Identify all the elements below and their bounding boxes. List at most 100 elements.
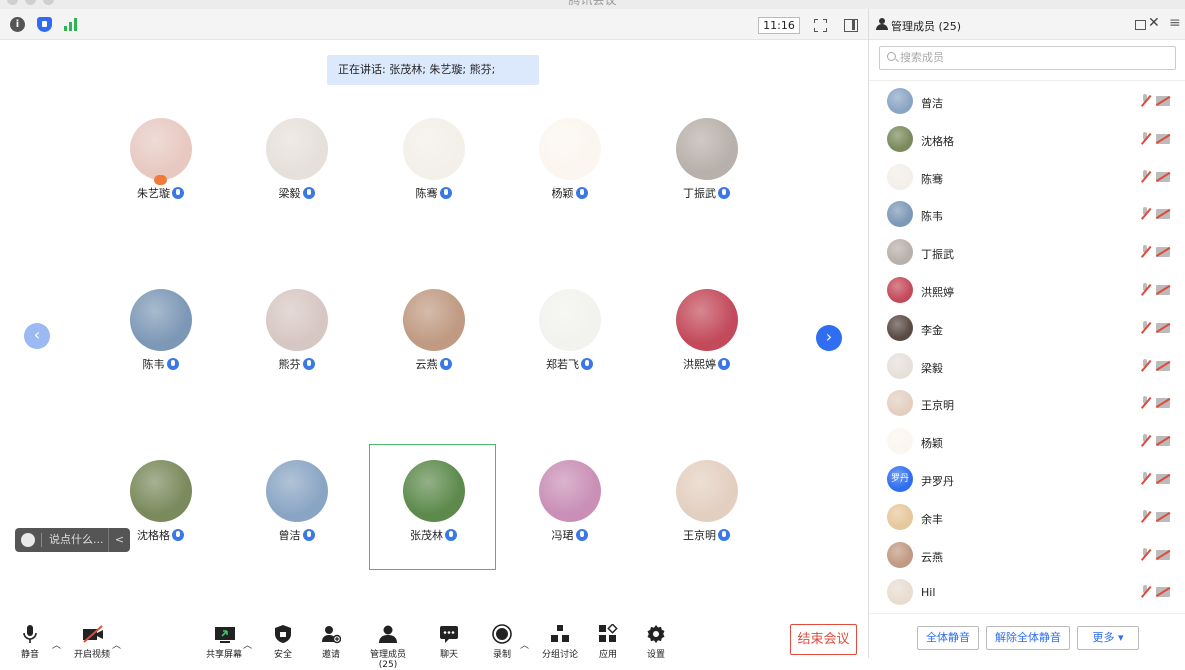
participant-tile[interactable]: 朱艺璇	[97, 103, 224, 229]
next-page-button[interactable]: ›	[816, 325, 842, 351]
participant-name: 沈格格	[137, 529, 170, 542]
member-row[interactable]: 陈骞	[869, 159, 1185, 196]
camera-off-icon[interactable]	[1156, 360, 1170, 371]
share-options-chevron-icon[interactable]: ︿	[243, 638, 252, 651]
mic-muted-icon[interactable]	[1139, 434, 1151, 448]
security-button[interactable]: 安全	[272, 624, 294, 660]
participant-label: 张茂林	[370, 527, 497, 543]
camera-off-icon[interactable]	[1156, 436, 1170, 447]
mute-all-button[interactable]: 全体静音	[917, 626, 979, 650]
participant-tile[interactable]: 梁毅	[233, 103, 360, 229]
participant-tile[interactable]: 熊芬	[233, 274, 360, 400]
settings-button[interactable]: 设置	[645, 624, 667, 660]
member-avatar	[887, 390, 913, 417]
participant-tile[interactable]: 洪熙婷	[643, 274, 770, 400]
member-row[interactable]: 曾洁	[869, 83, 1185, 120]
mic-muted-icon[interactable]	[1139, 547, 1151, 562]
mic-muted-icon[interactable]	[1139, 396, 1151, 410]
mic-muted-icon[interactable]	[1139, 207, 1151, 221]
member-search-input[interactable]: 搜索成员	[879, 46, 1176, 70]
mute-button[interactable]: 静音	[18, 624, 42, 660]
previous-page-button[interactable]: ‹	[24, 323, 50, 349]
mic-muted-icon[interactable]	[1139, 131, 1151, 146]
camera-off-icon[interactable]	[1156, 322, 1170, 333]
mic-muted-icon[interactable]	[1139, 509, 1151, 524]
participant-label: 曾洁	[233, 527, 360, 543]
quick-chat-input[interactable]: 说点什么... <	[15, 528, 130, 552]
camera-off-icon[interactable]	[1156, 474, 1170, 484]
mic-muted-icon[interactable]	[1139, 94, 1151, 108]
camera-off-icon[interactable]	[1156, 398, 1170, 409]
fullscreen-icon[interactable]	[814, 19, 827, 32]
camera-off-icon[interactable]	[1156, 171, 1170, 182]
manage-members-button[interactable]: 管理成员(25)	[361, 624, 415, 670]
participant-tile[interactable]: 丁振武	[643, 103, 770, 229]
menu-icon[interactable]: ≡	[1169, 15, 1181, 31]
member-row[interactable]: Hil	[869, 574, 1185, 611]
member-row[interactable]: 余丰	[869, 499, 1185, 536]
chat-button[interactable]: 聊天	[438, 624, 460, 660]
participant-tile[interactable]: 陈韦	[97, 274, 224, 400]
participant-tile[interactable]: 张茂林	[369, 444, 496, 570]
mic-icon	[172, 529, 184, 541]
participant-tile[interactable]: 云燕	[370, 274, 497, 400]
apps-button[interactable]: 应用	[597, 623, 619, 660]
shield-icon[interactable]	[37, 17, 52, 32]
participant-tile[interactable]: 冯珺	[506, 445, 633, 571]
participant-tile[interactable]: 郑若飞	[506, 274, 633, 400]
share-screen-icon	[214, 624, 235, 644]
emoji-icon[interactable]	[21, 533, 35, 547]
member-row[interactable]: 洪熙婷	[869, 272, 1185, 309]
video-options-chevron-icon[interactable]: ︿	[112, 638, 121, 651]
member-row[interactable]: 丁振武	[869, 234, 1185, 271]
member-row[interactable]: 李金	[869, 310, 1185, 347]
breakout-rooms-button[interactable]: 分组讨论	[541, 624, 579, 660]
apps-icon	[598, 623, 618, 644]
mic-muted-icon[interactable]	[1139, 245, 1151, 259]
participant-tile[interactable]: 杨颖	[506, 103, 633, 229]
mic-muted-icon[interactable]	[1139, 585, 1151, 599]
mic-muted-icon[interactable]	[1139, 358, 1151, 373]
member-row[interactable]: 杨颖	[869, 423, 1185, 460]
member-row[interactable]: 梁毅	[869, 348, 1185, 385]
end-meeting-button[interactable]: 结束会议	[790, 624, 857, 655]
chat-collapse-button[interactable]: <	[108, 528, 130, 552]
camera-off-icon[interactable]	[1156, 285, 1170, 295]
participant-name: 梁毅	[278, 187, 301, 200]
camera-off-icon[interactable]	[1156, 133, 1170, 144]
participant-avatar	[266, 118, 328, 180]
unmute-all-button[interactable]: 解除全体静音	[986, 626, 1070, 650]
more-button[interactable]: 更多 ▾	[1077, 626, 1139, 650]
participant-tile[interactable]: 沈格格	[97, 445, 224, 571]
share-screen-button[interactable]: 共享屏幕	[205, 624, 243, 660]
layout-icon[interactable]	[844, 19, 858, 32]
camera-off-icon[interactable]	[1156, 247, 1170, 258]
mic-muted-icon[interactable]	[1139, 320, 1151, 335]
mic-muted-icon[interactable]	[1139, 169, 1151, 184]
start-video-button[interactable]: 开启视频	[72, 624, 112, 660]
invite-button[interactable]: 邀请	[319, 624, 343, 660]
participant-tile[interactable]: 曾洁	[233, 445, 360, 571]
participant-name: 曾洁	[278, 529, 301, 542]
mic-muted-icon[interactable]	[1139, 283, 1151, 297]
member-row[interactable]: 沈格格	[869, 121, 1185, 158]
camera-off-icon[interactable]	[1156, 587, 1170, 598]
participant-tile[interactable]: 王京明	[643, 445, 770, 571]
member-row[interactable]: 云燕	[869, 537, 1185, 574]
signal-icon[interactable]	[64, 17, 80, 31]
camera-off-icon[interactable]	[1156, 549, 1170, 560]
camera-off-icon[interactable]	[1156, 96, 1170, 106]
record-options-chevron-icon[interactable]: ︿	[520, 638, 529, 651]
camera-off-icon[interactable]	[1156, 511, 1170, 522]
participant-tile[interactable]: 陈骞	[370, 103, 497, 229]
popout-icon[interactable]	[1135, 20, 1146, 30]
record-button[interactable]: 录制	[490, 624, 514, 660]
member-row[interactable]: 陈韦	[869, 196, 1185, 233]
camera-off-icon[interactable]	[1156, 209, 1170, 220]
info-icon[interactable]: i	[10, 17, 25, 32]
audio-options-chevron-icon[interactable]: ︿	[52, 638, 61, 651]
member-row[interactable]: 王京明	[869, 385, 1185, 422]
close-icon[interactable]: ✕	[1148, 15, 1160, 31]
member-row[interactable]: 罗丹 尹罗丹	[869, 461, 1185, 498]
mic-muted-icon[interactable]	[1139, 472, 1151, 486]
